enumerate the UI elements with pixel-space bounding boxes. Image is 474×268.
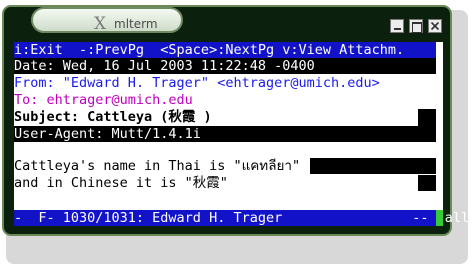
minimize-icon [394,28,401,30]
header-to: To: ehtrager@umich.edu [14,92,436,108]
title-bar[interactable]: X mlterm [31,7,183,34]
scrollbar[interactable] [436,42,443,226]
body-bg-block [418,175,436,191]
close-button[interactable] [428,19,442,33]
body-bg-block [310,158,436,174]
terminal-area[interactable]: i:Exit -:PrevPg <Space>:NextPg v:View At… [14,42,474,226]
window-title: mlterm [114,17,158,31]
header-user-agent: User-Agent: Mutt/1.4.1i [14,126,436,142]
terminal-window: X mlterm i:Exit -:PrevPg <Space>:NextPg … [2,5,474,236]
help-bar: i:Exit -:PrevPg <Space>:NextPg v:View At… [14,42,436,58]
minimize-button[interactable] [390,19,404,33]
status-bar: - F- 1030/1031: Edward H. Trager -- (all… [14,210,474,226]
scrollbar-thumb[interactable] [436,210,443,226]
body-line: and in Chinese it is "秋霞" [14,175,436,191]
maximize-icon [412,22,422,33]
maximize-button[interactable] [409,19,423,33]
x-logo-icon: X [94,14,107,34]
header-date: Date: Wed, 16 Jul 2003 11:22:48 -0400 [14,58,436,74]
header-subject: Subject: Cattleya (秋霞 ) [14,109,436,125]
subject-bg-block [418,109,436,126]
header-from: From: "Edward H. Trager" <ehtrager@umich… [14,75,436,91]
close-icon [430,21,440,31]
